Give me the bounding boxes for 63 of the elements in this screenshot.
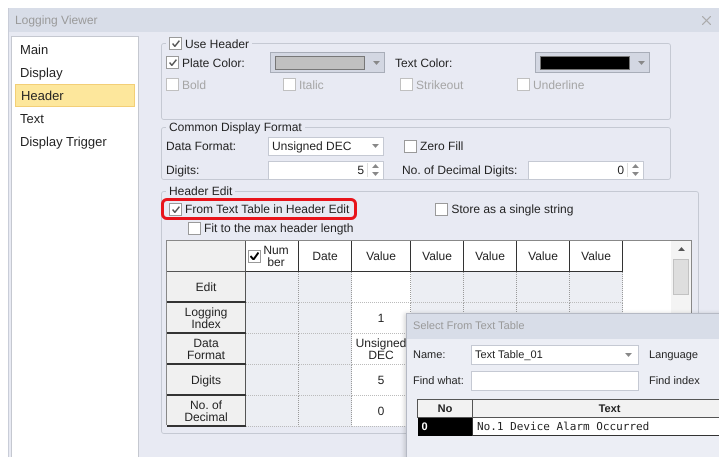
column-header: Value bbox=[366, 249, 396, 263]
spin-arrows-icon[interactable] bbox=[372, 164, 379, 176]
scrollbar-thumb[interactable] bbox=[673, 259, 689, 295]
caret-icon bbox=[625, 353, 632, 357]
data-format-dropdown[interactable]: Unsigned DEC bbox=[268, 136, 384, 156]
group-title: Header Edit bbox=[169, 184, 232, 198]
table-cell: Unsigned DEC bbox=[356, 336, 406, 362]
sidebar-item[interactable]: Main bbox=[15, 38, 135, 61]
fit-length-checkbox[interactable]: Fit to the max header length bbox=[188, 221, 354, 235]
name-label: Name: bbox=[413, 349, 446, 361]
checkmark-icon bbox=[172, 40, 180, 47]
sidebar-item[interactable]: Header bbox=[15, 84, 135, 107]
zero-fill-checkbox[interactable]: Zero Fill bbox=[404, 139, 464, 153]
sidebar-item[interactable]: Text bbox=[15, 107, 135, 130]
name-dropdown[interactable]: Text Table_01 bbox=[471, 345, 639, 365]
row-header: No. of Decimal bbox=[167, 395, 246, 426]
decimal-digits-spinbox[interactable]: 0 bbox=[528, 160, 644, 180]
checkmark-icon bbox=[168, 59, 176, 66]
from-text-table-checkbox[interactable]: From Text Table in Header Edit bbox=[161, 198, 358, 220]
text-color-label: Text Color: bbox=[395, 56, 454, 70]
row-header: Digits bbox=[167, 364, 246, 395]
column-header: Number bbox=[262, 244, 290, 268]
column-header: Value bbox=[581, 249, 611, 263]
window-title: Logging Viewer bbox=[15, 13, 98, 27]
row-header: Edit bbox=[167, 272, 246, 302]
scroll-up-icon[interactable] bbox=[678, 247, 684, 251]
column-header: Date bbox=[312, 249, 338, 263]
use-header-checkbox[interactable]: Use Header bbox=[169, 36, 250, 50]
digits-spinbox[interactable]: 5 bbox=[268, 160, 384, 180]
caret-icon bbox=[372, 144, 379, 148]
row-header: Logging Index bbox=[167, 302, 246, 333]
text-color-picker[interactable] bbox=[535, 52, 650, 73]
data-format-label: Data Format: bbox=[166, 139, 238, 153]
table-cell: 5 bbox=[378, 372, 384, 386]
column-checkbox[interactable] bbox=[248, 250, 261, 262]
caret-icon bbox=[373, 60, 380, 64]
checkmark-icon bbox=[172, 206, 180, 212]
decimal-digits-label: No. of Decimal Digits: bbox=[402, 163, 518, 177]
find-what-label: Find what: bbox=[413, 375, 465, 387]
table-cell: 1 bbox=[378, 310, 384, 324]
single-string-checkbox[interactable]: Store as a single string bbox=[435, 202, 574, 216]
column-header: No bbox=[418, 400, 472, 418]
caret-icon bbox=[638, 60, 645, 64]
row-header: Data Format bbox=[167, 333, 246, 364]
spin-arrows-icon[interactable] bbox=[632, 164, 639, 176]
column-header: Value bbox=[422, 249, 452, 263]
sidebar-item[interactable]: Display bbox=[15, 61, 135, 84]
column-header: Text bbox=[472, 400, 719, 418]
sidebar-item[interactable]: Display Trigger bbox=[15, 130, 135, 153]
plate-color-picker[interactable] bbox=[270, 52, 385, 73]
dialog-title: Select From Text Table bbox=[413, 320, 524, 332]
table-cell: 0 bbox=[378, 404, 384, 418]
table-cell[interactable]: No.1 Device Alarm Occurred bbox=[472, 418, 719, 436]
digits-label: Digits: bbox=[166, 163, 200, 177]
group-title: Common Display Format bbox=[169, 120, 302, 134]
find-index-label: Find index bbox=[649, 375, 700, 387]
column-header: Value bbox=[475, 249, 505, 263]
plate-color-checkbox[interactable]: Plate Color: bbox=[166, 56, 270, 70]
column-header: Value bbox=[528, 249, 558, 263]
table-cell[interactable]: 0 bbox=[418, 418, 472, 436]
language-label: Language bbox=[649, 349, 698, 361]
checkmark-icon bbox=[250, 252, 259, 260]
find-what-field[interactable] bbox=[471, 371, 639, 391]
